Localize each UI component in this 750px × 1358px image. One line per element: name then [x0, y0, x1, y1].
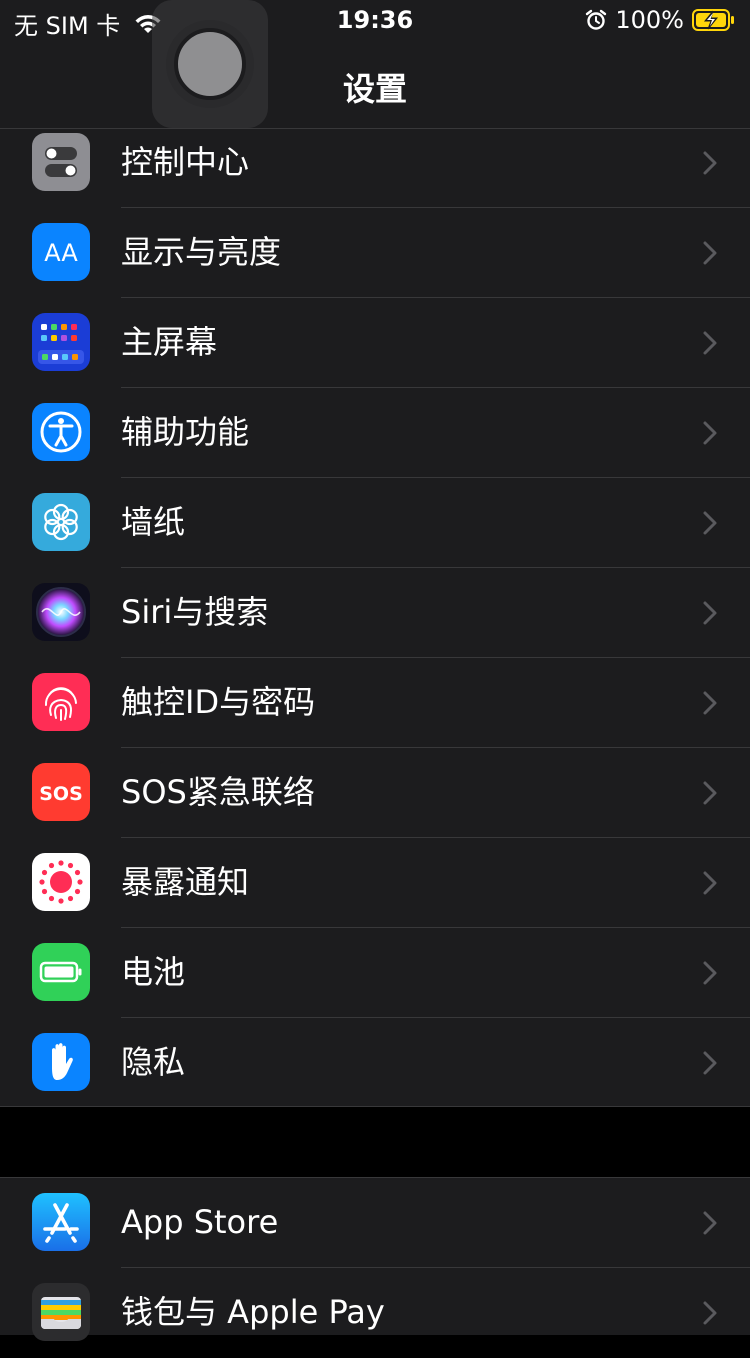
settings-group-general: 控制中心 AA 显示与亮度 主屏幕 辅助功能 墙纸 Siri与搜索 触控ID与密… [0, 118, 750, 1107]
assistive-touch-dot [174, 28, 246, 100]
battery-charging-icon [692, 8, 736, 32]
chevron-right-icon [703, 1301, 717, 1325]
battery-percentage: 100% [615, 6, 684, 34]
chevron-right-icon [703, 511, 717, 535]
settings-row-wallet-apple-pay[interactable]: 钱包与 Apple Pay [0, 1268, 750, 1358]
exposure-notification-icon [32, 853, 90, 911]
chevron-right-icon [703, 421, 717, 445]
status-right: 100% [585, 6, 736, 34]
settings-row-wallpaper[interactable]: 墙纸 [0, 478, 750, 568]
chevron-right-icon [703, 961, 717, 985]
app-store-icon [32, 1193, 90, 1251]
touch-id-icon [32, 673, 90, 731]
chevron-right-icon [703, 331, 717, 355]
settings-row-label: 电池 [121, 953, 186, 991]
status-bar: 无 SIM 卡 19:36 100% [0, 0, 750, 40]
settings-row-display-brightness[interactable]: AA 显示与亮度 [0, 208, 750, 298]
settings-row-label: 辅助功能 [121, 413, 250, 451]
chevron-right-icon [703, 1211, 717, 1235]
settings-row-label: 触控ID与密码 [121, 683, 316, 721]
navigation-header: 无 SIM 卡 19:36 100% 设置 [0, 0, 750, 129]
wallet-icon [32, 1283, 90, 1341]
settings-row-home-screen[interactable]: 主屏幕 [0, 298, 750, 388]
chevron-right-icon [703, 151, 717, 175]
svg-text:SOS: SOS [39, 783, 83, 805]
settings-row-accessibility[interactable]: 辅助功能 [0, 388, 750, 478]
page-title: 设置 [342, 70, 407, 108]
chevron-right-icon [703, 871, 717, 895]
battery-icon [32, 943, 90, 1001]
wallpaper-icon [32, 493, 90, 551]
assistive-touch-button[interactable] [152, 0, 268, 128]
sos-icon: SOS [32, 763, 90, 821]
settings-row-label: App Store [121, 1203, 279, 1241]
chevron-right-icon [703, 781, 717, 805]
settings-row-label: 墙纸 [121, 503, 186, 541]
settings-row-label: Siri与搜索 [121, 593, 269, 631]
chevron-right-icon [703, 691, 717, 715]
settings-row-emergency-sos[interactable]: SOS SOS紧急联络 [0, 748, 750, 838]
settings-row-label: 显示与亮度 [121, 233, 282, 271]
settings-row-label: 暴露通知 [121, 863, 250, 901]
settings-group-apps: App Store 钱包与 Apple Pay [0, 1177, 750, 1341]
display-brightness-icon: AA [32, 223, 90, 281]
accessibility-icon [32, 403, 90, 461]
settings-row-battery[interactable]: 电池 [0, 928, 750, 1018]
chevron-right-icon [703, 601, 717, 625]
alarm-icon [585, 9, 607, 31]
chevron-right-icon [703, 1051, 717, 1075]
settings-row-label: 控制中心 [121, 143, 250, 181]
settings-row-touch-id-passcode[interactable]: 触控ID与密码 [0, 658, 750, 748]
settings-row-label: 隐私 [121, 1043, 186, 1081]
svg-text:AA: AA [44, 239, 78, 267]
home-screen-icon [32, 313, 90, 371]
privacy-hand-icon [32, 1033, 90, 1091]
settings-row-label: 钱包与 Apple Pay [121, 1293, 385, 1331]
settings-row-privacy[interactable]: 隐私 [0, 1018, 750, 1108]
settings-row-siri-search[interactable]: Siri与搜索 [0, 568, 750, 658]
settings-row-label: SOS紧急联络 [121, 773, 315, 811]
settings-row-control-center[interactable]: 控制中心 [0, 118, 750, 208]
settings-row-label: 主屏幕 [121, 323, 218, 361]
chevron-right-icon [703, 241, 717, 265]
control-center-icon [32, 133, 90, 191]
settings-row-app-store[interactable]: App Store [0, 1178, 750, 1268]
settings-row-exposure-notifications[interactable]: 暴露通知 [0, 838, 750, 928]
assistive-touch-ring [166, 20, 254, 108]
siri-icon [32, 583, 90, 641]
